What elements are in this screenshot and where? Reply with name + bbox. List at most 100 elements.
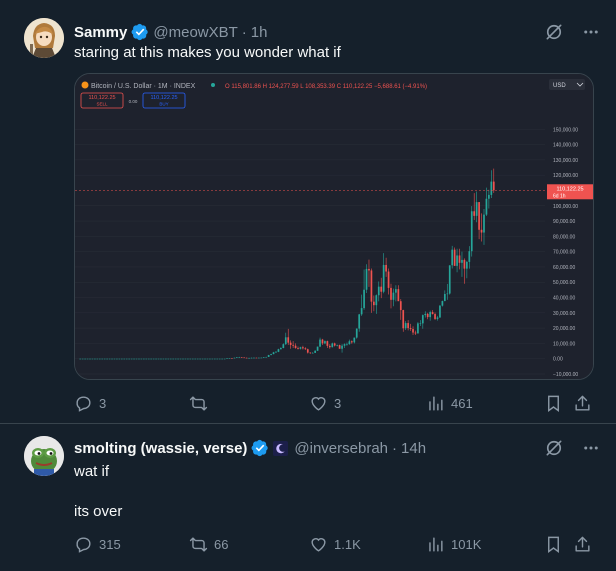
candle	[226, 358, 228, 359]
candle-body	[458, 255, 461, 263]
candle	[204, 358, 206, 360]
display-name[interactable]: Sammy	[74, 24, 127, 41]
candle-body	[488, 194, 490, 199]
views-chart-icon	[429, 537, 443, 552]
candle	[98, 358, 101, 360]
candle-body	[373, 301, 375, 306]
like-count: 3	[334, 396, 342, 411]
candle	[199, 358, 201, 360]
candle	[123, 358, 126, 360]
handle[interactable]: @meowXBT	[153, 24, 237, 41]
candle	[91, 358, 94, 360]
candle-body	[490, 181, 493, 195]
candle-body	[448, 265, 451, 294]
candle-body	[380, 286, 383, 292]
share-button[interactable]	[573, 394, 592, 413]
candle-body	[485, 198, 488, 215]
y-tick-label: 90,000.00	[553, 219, 575, 225]
candle	[355, 328, 358, 339]
candle-body	[140, 358, 143, 360]
share-button[interactable]	[573, 535, 592, 554]
bookmark-button[interactable]	[544, 394, 563, 413]
candle	[89, 358, 91, 360]
candle-body	[160, 358, 162, 360]
candle-body	[120, 358, 123, 360]
retweet-button[interactable]: 66	[189, 535, 228, 554]
candle	[187, 358, 189, 360]
candle-body	[277, 349, 280, 352]
candle	[157, 358, 160, 360]
candle	[96, 358, 99, 360]
candle-body	[436, 317, 439, 319]
candle-body	[84, 358, 86, 360]
views-button[interactable]: 461	[426, 394, 473, 413]
candle-body	[468, 251, 471, 262]
reply-count: 3	[99, 396, 107, 411]
affiliate-moon-badge-icon	[273, 440, 289, 456]
retweet-icon	[189, 396, 208, 411]
candle	[211, 358, 214, 360]
candle-body	[370, 270, 373, 302]
candle-body	[355, 328, 358, 338]
candle-body	[165, 358, 167, 360]
reply-button[interactable]: 3	[74, 394, 106, 413]
like-button[interactable]: 1.1K	[309, 535, 361, 554]
candle-body	[238, 357, 241, 358]
candle	[135, 358, 138, 360]
candle-body	[216, 358, 219, 360]
candle-body	[365, 268, 368, 290]
candle-body	[223, 358, 226, 360]
timestamp[interactable]: 14h	[401, 440, 426, 457]
handle[interactable]: @inversebrah	[294, 440, 388, 457]
candle	[125, 358, 128, 360]
avatar[interactable]	[24, 18, 64, 58]
candle-body	[426, 313, 429, 318]
candle-body	[86, 358, 89, 360]
display-name[interactable]: smolting (wassie, verse)	[74, 440, 247, 457]
avatar[interactable]	[24, 436, 64, 476]
tweet-top-actions	[544, 438, 600, 458]
more-options-icon[interactable]	[582, 439, 600, 457]
heart-icon	[311, 397, 326, 411]
candle	[265, 356, 268, 358]
candle-body	[316, 346, 319, 351]
candle-body	[270, 354, 272, 356]
candle-body	[250, 357, 253, 359]
candle	[206, 358, 209, 360]
candle-body	[324, 341, 326, 344]
y-tick-label: 30,000.00	[553, 311, 575, 317]
grok-icon[interactable]	[544, 22, 564, 42]
embedded-chart-image[interactable]: Bitcoin / U.S. Dollar · 1M · INDEX O 115…	[74, 73, 594, 380]
candle	[142, 358, 145, 360]
candle-body	[258, 357, 260, 359]
timestamp[interactable]: 1h	[251, 24, 268, 41]
candle-body	[133, 358, 135, 360]
grok-icon[interactable]	[544, 438, 564, 458]
candle-body	[434, 314, 436, 319]
reply-button[interactable]: 315	[74, 535, 121, 554]
chart-background	[75, 74, 593, 379]
candle-body	[138, 358, 140, 360]
bookmark-button[interactable]	[544, 535, 563, 554]
y-tick-label: 120,000.00	[553, 173, 578, 179]
candle-body	[302, 347, 304, 349]
candle-body	[466, 261, 468, 269]
candle	[113, 358, 116, 360]
candle-body	[243, 357, 246, 359]
chart-ohlc: O 115,801.86 H 124,277.59 L 108,353.39 C…	[225, 84, 427, 90]
candle	[150, 358, 153, 360]
candle-body	[387, 271, 390, 288]
candle	[267, 354, 270, 358]
candle-body	[196, 358, 199, 360]
retweet-icon	[189, 537, 208, 552]
more-options-icon[interactable]	[582, 23, 600, 41]
tweet[interactable]: Sammy @meowXBT · 1h staring at this make…	[0, 0, 616, 424]
candle-body	[96, 358, 99, 360]
y-tick-label: 70,000.00	[553, 250, 575, 256]
candle-body	[169, 358, 172, 360]
candle-body	[456, 255, 458, 266]
views-button[interactable]: 101K	[426, 535, 481, 554]
like-button[interactable]: 3	[309, 394, 341, 413]
tweet[interactable]: smolting (wassie, verse) @inversebrah · …	[0, 424, 616, 571]
retweet-button[interactable]	[189, 394, 214, 413]
